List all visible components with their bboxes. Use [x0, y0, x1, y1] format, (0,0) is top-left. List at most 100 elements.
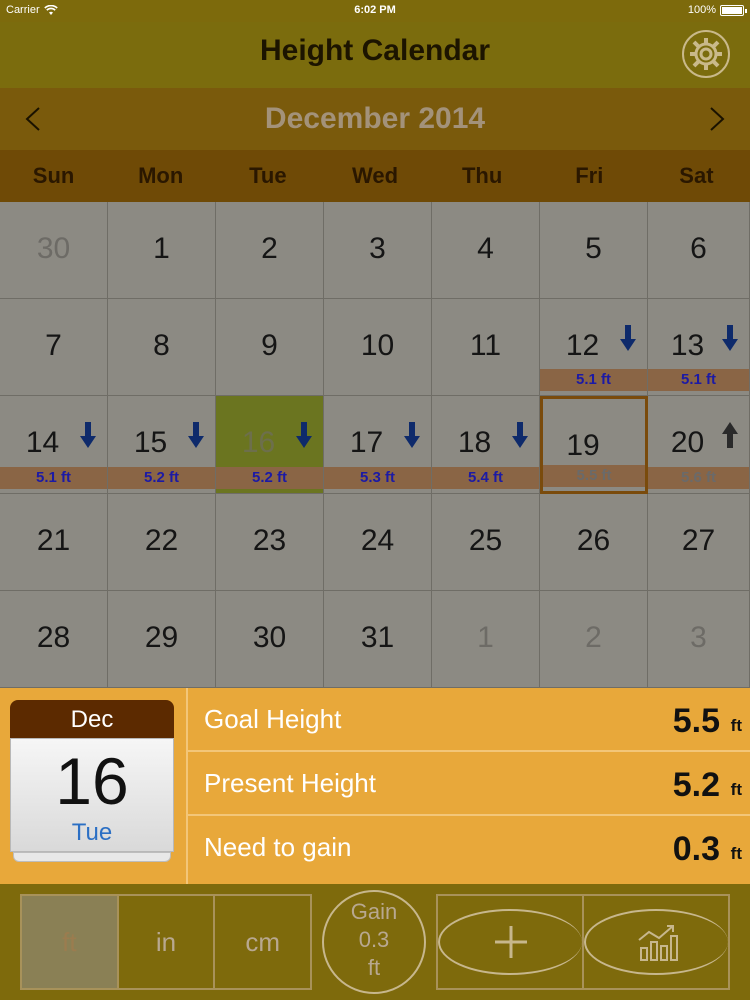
- calendar-day-cell[interactable]: 15 5.2 ft: [108, 396, 216, 494]
- weekday-thu: Thu: [461, 163, 503, 188]
- bottom-toolbar: ft in cm Gain 0.3 ft: [0, 884, 750, 1000]
- calendar-day-cell[interactable]: 18 5.4 ft: [432, 396, 540, 494]
- calendar-day-cell[interactable]: 16 5.2 ft: [216, 396, 324, 494]
- calendar-day-cell[interactable]: 13 5.1 ft: [648, 299, 750, 397]
- calendar-day-cell[interactable]: 8: [108, 299, 216, 397]
- calendar-day-number: 4: [477, 232, 494, 265]
- settings-button[interactable]: [682, 30, 730, 78]
- calendar-day-number: 2: [261, 232, 278, 265]
- date-card-day: 16: [55, 744, 129, 818]
- weekday-header: Sun Mon Tue Wed Thu Fri Sat: [0, 150, 750, 202]
- chart-button[interactable]: [584, 909, 728, 975]
- calendar-day-cell[interactable]: 27: [648, 493, 750, 591]
- calendar-day-cell[interactable]: 3: [324, 202, 432, 300]
- calendar-day-cell[interactable]: 5: [540, 202, 648, 300]
- height-entry-label: 5.6 ft: [648, 466, 749, 489]
- calendar-day-cell[interactable]: 4: [432, 202, 540, 300]
- gain-label: Gain: [350, 899, 398, 924]
- calendar-day-cell[interactable]: 30: [0, 202, 108, 300]
- height-entry-label: 5.3 ft: [324, 466, 431, 489]
- chart-icon: [638, 925, 678, 961]
- calendar-day-number: 2: [585, 620, 602, 654]
- weekday-sun: Sun: [32, 163, 75, 188]
- battery-area: 100%: [687, 4, 747, 16]
- calendar-day-cell[interactable]: 6: [648, 202, 750, 300]
- weekday-sat: Sat: [679, 163, 714, 188]
- height-summary-panel: Dec 16 Tue Goal Height 5.5 ft Present He…: [0, 688, 750, 884]
- calendar-day-number: 16: [241, 426, 276, 460]
- calendar-day-number: 12: [565, 329, 600, 363]
- status-bar: Carrier 6:02 PM 100%: [0, 0, 750, 22]
- calendar-day-number: 14: [25, 426, 60, 460]
- calendar-day-number: 11: [469, 329, 502, 363]
- calendar-day-cell[interactable]: 21: [0, 493, 108, 591]
- calendar-day-cell[interactable]: 31: [324, 590, 432, 688]
- gain-button[interactable]: Gain 0.3 ft: [322, 890, 426, 994]
- arrow-down-icon: [296, 422, 312, 449]
- need-to-gain-row: Need to gain 0.3 ft: [188, 816, 750, 880]
- unit-ft-button[interactable]: ft: [22, 896, 119, 988]
- unit-selector: ft in cm: [20, 894, 312, 990]
- arrow-down-icon: [722, 325, 738, 352]
- goal-height-value: 5.5: [672, 702, 720, 740]
- calendar-day-number: 15: [133, 426, 168, 460]
- calendar-day-number: 17: [349, 426, 384, 460]
- calendar-day-cell[interactable]: 2: [216, 202, 324, 300]
- calendar-day-cell[interactable]: 9: [216, 299, 324, 397]
- next-month-button[interactable]: [702, 102, 732, 136]
- calendar-day-cell[interactable]: 30: [216, 590, 324, 688]
- need-to-gain-unit: ft: [730, 844, 742, 863]
- battery-icon: [720, 4, 747, 16]
- calendar-day-cell[interactable]: 25: [432, 493, 540, 591]
- add-entry-button[interactable]: [438, 909, 582, 975]
- calendar-day-cell[interactable]: 22: [108, 493, 216, 591]
- weekday-fri: Fri: [575, 163, 604, 188]
- gain-unit: ft: [367, 955, 381, 980]
- calendar-day-cell[interactable]: 26: [540, 493, 648, 591]
- calendar-day-cell[interactable]: 24: [324, 493, 432, 591]
- calendar-day-number: 3: [369, 232, 386, 265]
- date-card-weekday: Tue: [71, 819, 113, 846]
- gain-value: 0.3: [358, 927, 390, 952]
- calendar-day-number: 10: [360, 329, 395, 363]
- calendar-day-cell[interactable]: 12 5.1 ft: [540, 299, 648, 397]
- date-card-month: Dec: [10, 700, 174, 738]
- battery-percent: 100%: [687, 4, 716, 16]
- unit-in-button[interactable]: in: [119, 896, 216, 988]
- calendar-day-cell[interactable]: 19 5.5 ft: [540, 396, 648, 494]
- calendar-day-cell[interactable]: 29: [108, 590, 216, 688]
- arrow-down-icon: [404, 422, 420, 449]
- date-card-pages: [13, 852, 171, 862]
- calendar-day-cell[interactable]: 7: [0, 299, 108, 397]
- calendar-day-cell[interactable]: 20 5.6 ft: [648, 396, 750, 494]
- calendar-day-cell[interactable]: 1: [108, 202, 216, 300]
- calendar-day-number: 29: [144, 620, 179, 654]
- calendar-day-cell[interactable]: 2: [540, 590, 648, 688]
- calendar-day-cell[interactable]: 1: [432, 590, 540, 688]
- month-label: December 2014: [264, 102, 486, 135]
- calendar-day-cell[interactable]: 11: [432, 299, 540, 397]
- height-entry-label: 5.1 ft: [648, 369, 749, 392]
- weekday-wed: Wed: [351, 163, 399, 188]
- date-card-body: 16 Tue: [10, 738, 174, 852]
- page-title: Height Calendar: [259, 34, 491, 67]
- calendar-day-number: 24: [360, 523, 395, 557]
- calendar-day-number: 13: [670, 329, 705, 363]
- calendar-day-number: 23: [252, 523, 287, 557]
- calendar-day-cell[interactable]: 17 5.3 ft: [324, 396, 432, 494]
- calendar-day-cell[interactable]: 28: [0, 590, 108, 688]
- goal-height-label: Goal Height: [204, 704, 342, 734]
- action-buttons: [436, 894, 730, 990]
- present-height-value: 5.2: [672, 766, 720, 804]
- chart-cell: [584, 896, 728, 988]
- calendar-day-number: 19: [566, 429, 600, 463]
- unit-cm-button[interactable]: cm: [215, 896, 310, 988]
- calendar-day-cell[interactable]: 23: [216, 493, 324, 591]
- calendar-day-cell[interactable]: 10: [324, 299, 432, 397]
- height-entry-label: 5.2 ft: [108, 466, 215, 489]
- calendar-day-number: 5: [585, 232, 602, 265]
- calendar-day-cell[interactable]: 14 5.1 ft: [0, 396, 108, 494]
- weekday-tue: Tue: [249, 163, 287, 188]
- calendar-day-cell[interactable]: 3: [648, 590, 750, 688]
- calendar-day-number: 9: [261, 329, 278, 363]
